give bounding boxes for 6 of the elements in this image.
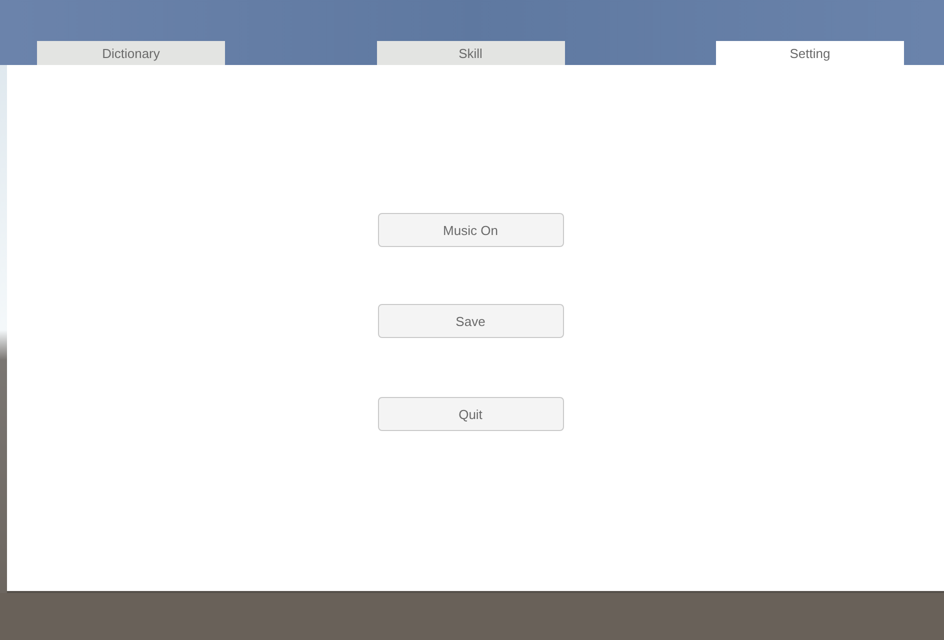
tab[interactable]: Setting — [716, 41, 904, 65]
menu-button[interactable]: Save — [378, 304, 564, 338]
menu-button[interactable]: Quit — [378, 397, 564, 431]
menu-button[interactable]: Music On — [378, 213, 564, 247]
tab[interactable]: Skill — [376, 41, 564, 65]
tab[interactable]: Dictionary — [37, 41, 225, 65]
